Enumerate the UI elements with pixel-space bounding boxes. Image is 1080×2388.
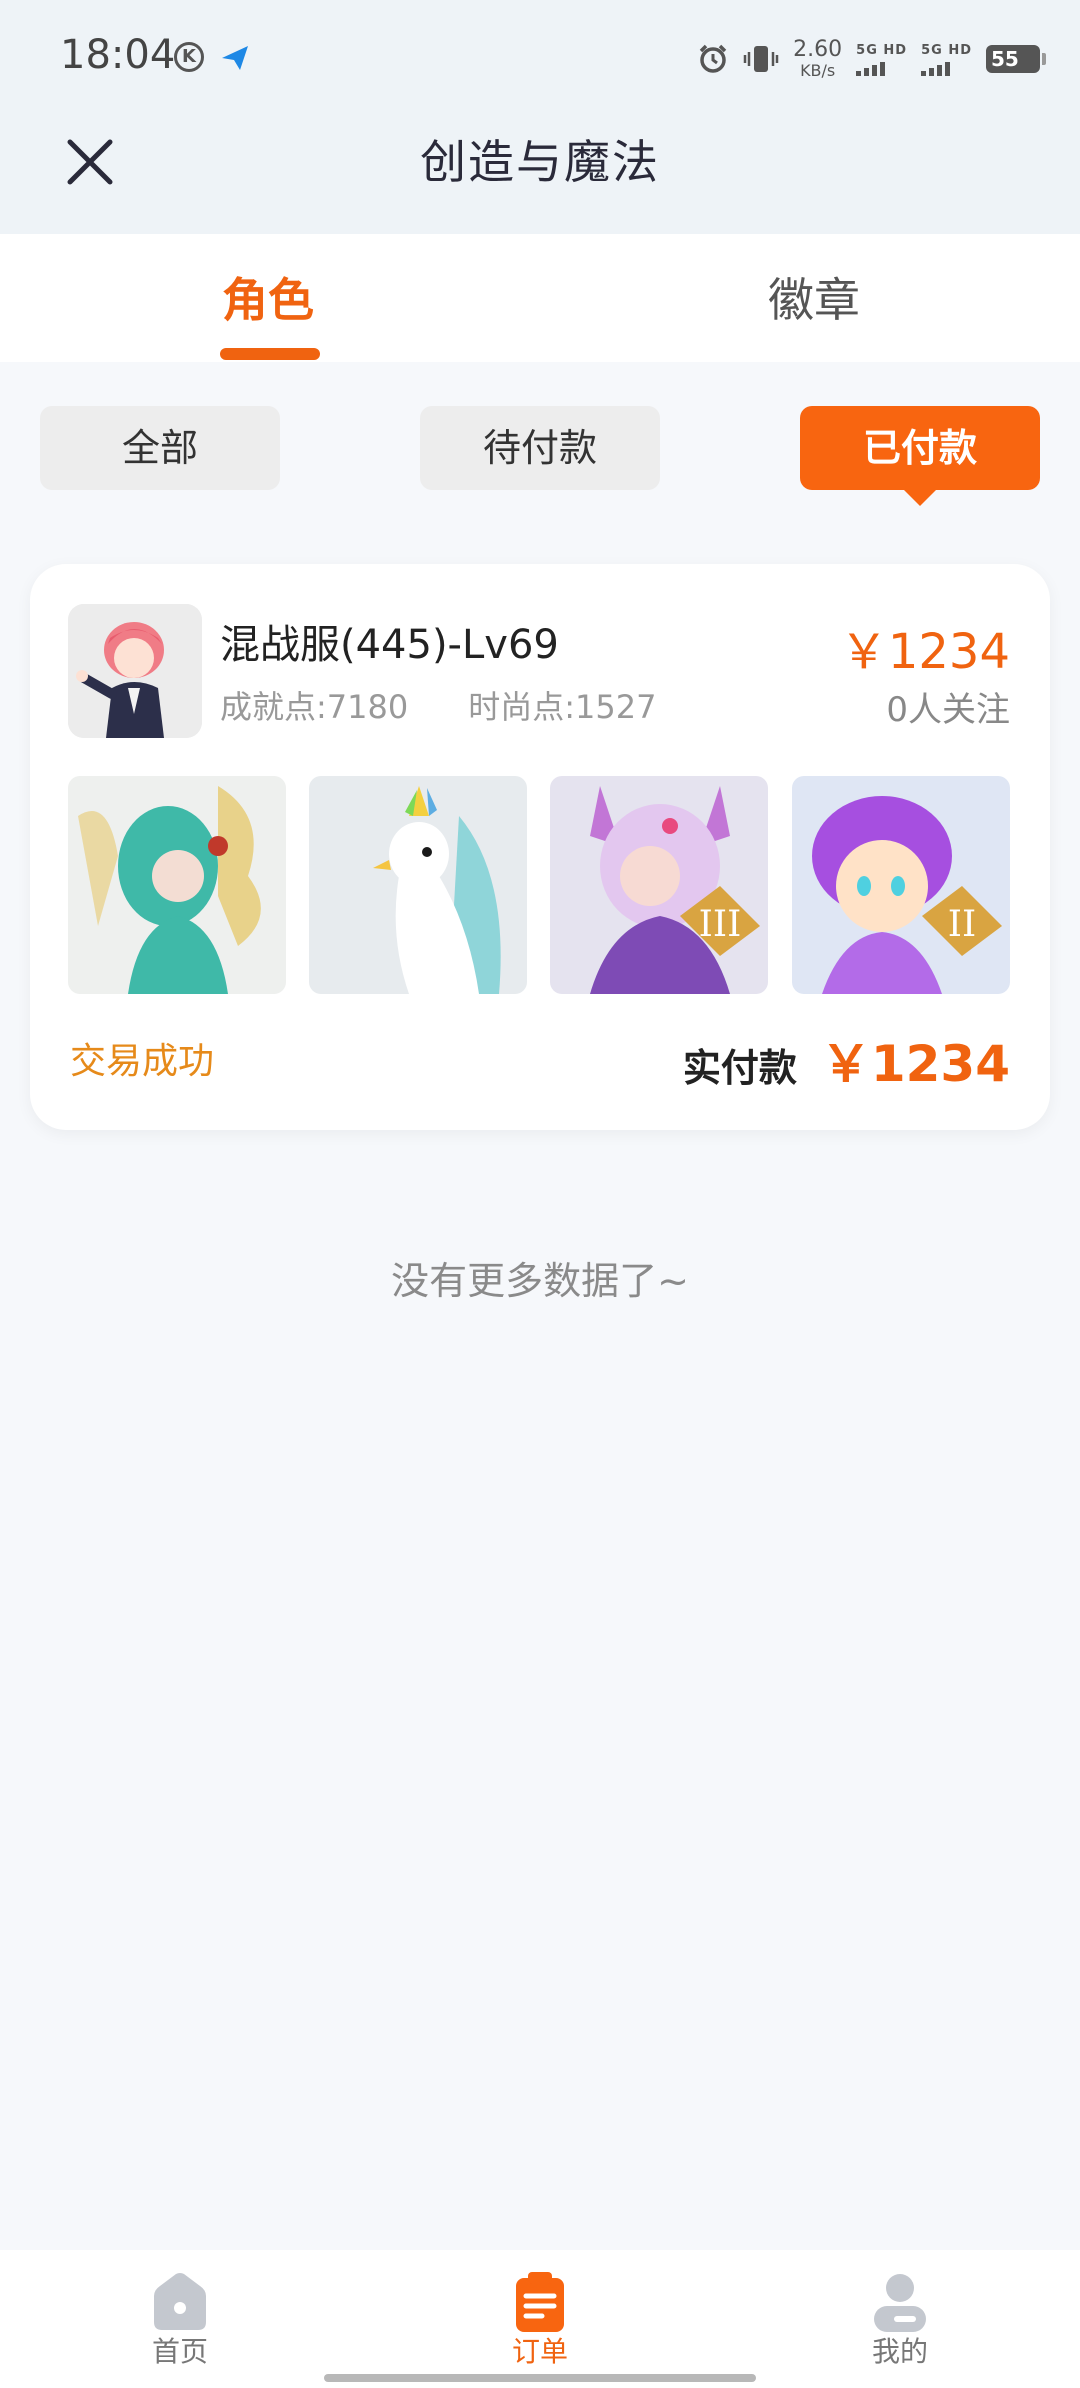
nav-orders[interactable]: 订单 — [480, 2270, 600, 2370]
tier-badge: III — [699, 904, 742, 945]
order-card[interactable]: 混战服(445)-Lv69 成就点:7180 时尚点:1527 ￥1234 0人关… — [30, 564, 1050, 1130]
filter-paid-button[interactable]: 已付款 — [800, 406, 1040, 506]
product-name: 混战服(445)-Lv69 — [220, 622, 559, 668]
paper-plane-icon — [220, 44, 250, 72]
character-avatar — [68, 604, 202, 738]
status-filter-group: 全部 待付款 已付款 — [0, 406, 1080, 506]
product-price: ￥1234 — [839, 624, 1010, 680]
orders-icon — [516, 2272, 564, 2332]
active-tab-indicator — [220, 348, 320, 360]
battery-icon: 55 — [986, 45, 1046, 73]
thumbnail-image[interactable]: III — [550, 776, 768, 994]
vibrate-icon — [743, 43, 779, 75]
nav-profile[interactable]: 我的 — [840, 2270, 960, 2370]
thumbnail-image[interactable] — [309, 776, 527, 994]
nav-home[interactable]: 首页 — [120, 2270, 240, 2370]
tab-role[interactable]: 角色 — [222, 264, 314, 330]
filter-all-button[interactable]: 全部 — [40, 406, 280, 490]
paid-label: 实付款 — [682, 1046, 797, 1090]
status-bar: 18:04 K 2.60 KB/s 5G HD 5G HD 55 — [0, 0, 1080, 116]
order-status: 交易成功 — [70, 1041, 215, 1082]
home-icon — [154, 2273, 206, 2330]
filter-pending-button[interactable]: 待付款 — [420, 406, 660, 490]
home-indicator[interactable] — [324, 2374, 756, 2382]
signal-sim2-icon: 5G HD — [921, 43, 972, 76]
header: 创造与魔法 — [0, 116, 1080, 234]
app-screen: 18:04 K 2.60 KB/s 5G HD 5G HD 55 创造与魔法 角… — [0, 0, 1080, 2388]
signal-sim1-icon: 5G HD — [856, 43, 907, 76]
achievement-points: 成就点:7180 — [220, 688, 409, 726]
tier-badge: II — [948, 904, 976, 945]
status-icons: 2.60 KB/s 5G HD 5G HD 55 — [697, 36, 1046, 82]
thumbnail-image[interactable]: II — [792, 776, 1010, 994]
product-stats: 成就点:7180 时尚点:1527 — [220, 682, 656, 728]
paid-amount: ￥1234 — [820, 1035, 1010, 1093]
profile-icon — [874, 2274, 926, 2332]
page-title: 创造与魔法 — [420, 135, 660, 189]
fashion-points: 时尚点:1527 — [468, 688, 657, 726]
paid-summary: 实付款 ￥1234 — [683, 1024, 1010, 1096]
no-more-data-text: 没有更多数据了~ — [391, 1259, 689, 1303]
follower-count: 0人关注 — [886, 690, 1010, 730]
alarm-icon — [697, 43, 729, 75]
thumbnail-gallery: III II — [68, 776, 1012, 996]
tab-badge[interactable]: 徽章 — [768, 264, 860, 330]
status-time: 18:04 — [60, 32, 176, 78]
k-badge-icon: K — [174, 42, 204, 72]
network-speed: 2.60 KB/s — [793, 37, 843, 80]
bottom-nav: 首页 订单 我的 — [0, 2250, 1080, 2388]
thumbnail-image[interactable] — [68, 776, 286, 994]
tab-bar: 角色 徽章 — [0, 234, 1080, 362]
